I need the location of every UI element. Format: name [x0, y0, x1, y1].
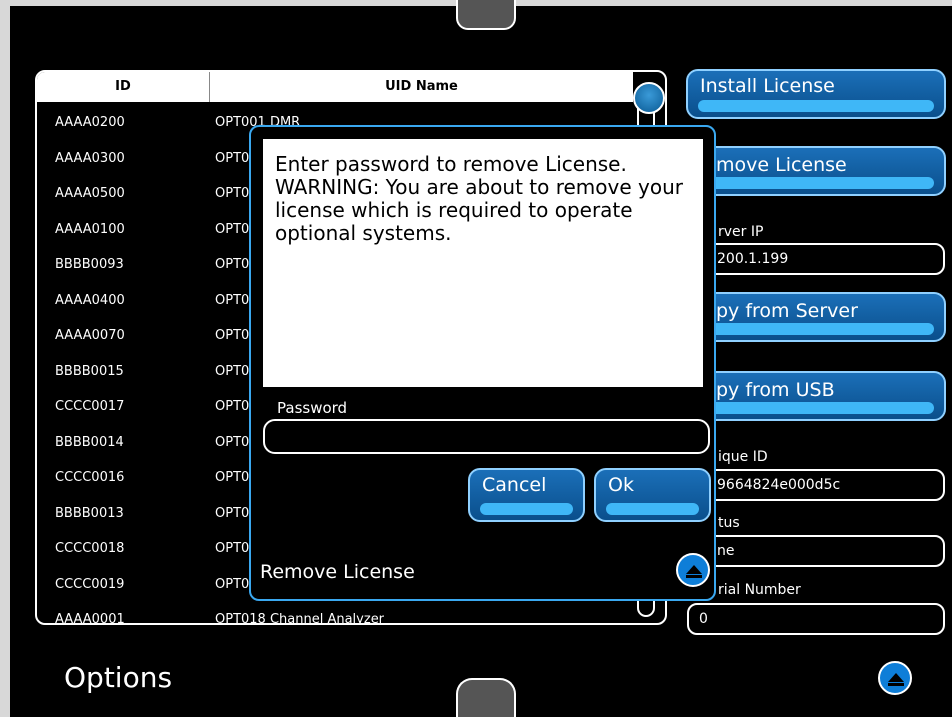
row-id: BBBB0013: [55, 505, 124, 521]
row-id: BBBB0093: [55, 257, 124, 272]
row-id: CCCC0018: [55, 541, 125, 556]
row-id: CCCC0017: [55, 399, 125, 414]
row-uid-name: OPT0: [215, 470, 250, 485]
row-id: BBBB0014: [55, 434, 124, 450]
copy-from-server-button[interactable]: py from Server: [686, 292, 946, 342]
serial-number-value: 0: [699, 611, 708, 627]
status-label: tus: [718, 515, 740, 531]
top-handle[interactable]: [456, 0, 516, 30]
copy-from-usb-label: py from USB: [716, 379, 835, 401]
row-uid-name: OPT018 Channel Analyzer: [215, 612, 385, 625]
row-id: AAAA0070: [55, 328, 125, 343]
serial-number-label: rial Number: [718, 582, 801, 598]
row-uid-name: OPT0: [215, 257, 250, 272]
unique-id-label: ique ID: [718, 449, 768, 465]
password-input[interactable]: [263, 419, 710, 454]
install-license-button[interactable]: Install License: [686, 69, 946, 119]
left-frame: [0, 0, 10, 717]
server-ip-field[interactable]: 200.1.199: [687, 243, 945, 275]
status-field: ne: [687, 535, 945, 567]
table-header: ID UID Name: [37, 72, 633, 102]
unique-id-field: 9664824e000d5c: [687, 469, 945, 501]
unique-id-value: 9664824e000d5c: [717, 477, 841, 493]
row-uid-name: OPT0: [215, 221, 250, 237]
remove-license-button[interactable]: move License: [686, 146, 946, 196]
eject-icon[interactable]: [878, 661, 912, 695]
eject-icon[interactable]: [676, 553, 710, 587]
password-label: Password: [277, 399, 348, 417]
scrollbar-thumb[interactable]: [633, 82, 665, 114]
column-header-id: ID: [37, 72, 210, 102]
row-uid-name: OPT0: [215, 363, 250, 379]
row-id: AAAA0001: [55, 612, 125, 625]
row-id: AAAA0400: [55, 292, 125, 308]
remove-license-dialog: Enter password to remove License. WARNIN…: [249, 125, 716, 601]
row-id: AAAA0100: [55, 221, 125, 237]
row-id: AAAA0500: [55, 186, 125, 201]
page-title: Options: [64, 661, 173, 694]
row-uid-name: OPT0: [215, 505, 250, 521]
column-header-uid-name: UID Name: [385, 79, 458, 94]
copy-from-usb-button[interactable]: py from USB: [686, 371, 946, 421]
ok-label: Ok: [608, 474, 634, 496]
row-uid-name: OPT0: [215, 186, 250, 201]
dialog-message: Enter password to remove License. WARNIN…: [263, 139, 703, 387]
cancel-label: Cancel: [482, 474, 547, 496]
dialog-title: Remove License: [260, 561, 415, 583]
serial-number-field: 0: [687, 603, 945, 635]
row-id: CCCC0016: [55, 470, 125, 485]
row-uid-name: OPT0: [215, 576, 250, 592]
row-uid-name: OPT0: [215, 328, 250, 343]
row-uid-name: OPT0: [215, 150, 250, 166]
cancel-button[interactable]: Cancel: [468, 468, 585, 522]
remove-license-label: move License: [716, 154, 847, 176]
row-uid-name: OPT0: [215, 434, 250, 450]
server-ip-label: rver IP: [718, 224, 764, 240]
row-uid-name: OPT0: [215, 292, 250, 308]
server-ip-value: 200.1.199: [717, 251, 789, 267]
copy-from-server-label: py from Server: [716, 300, 858, 322]
bottom-handle[interactable]: [456, 678, 516, 717]
row-id: AAAA0300: [55, 150, 125, 166]
status-value: ne: [717, 543, 735, 559]
row-uid-name: OPT0: [215, 541, 250, 556]
row-uid-name: OPT0: [215, 399, 250, 414]
install-license-label: Install License: [700, 75, 835, 97]
ok-button[interactable]: Ok: [594, 468, 711, 522]
row-id: AAAA0200: [55, 115, 125, 130]
row-id: BBBB0015: [55, 363, 124, 379]
table-row[interactable]: AAAA0001 OPT018 Channel Analyzer: [37, 603, 633, 625]
row-id: CCCC0019: [55, 576, 125, 592]
